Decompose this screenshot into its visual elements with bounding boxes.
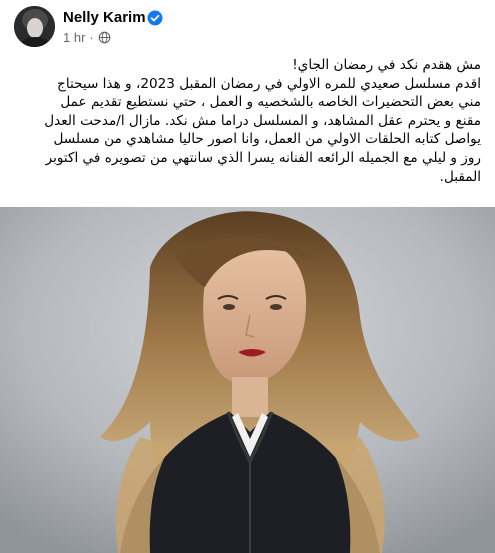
portrait-illustration	[0, 207, 495, 553]
post-header: Nelly Karim 1 hr ·	[0, 0, 495, 52]
post-text-line: يواصل كتابه الحلقات الاولي من العمل، وان…	[53, 131, 481, 148]
post-text-line: المقبل.	[439, 168, 481, 185]
avatar-photo	[14, 6, 55, 47]
post-text: مش هقدم نكد في رمضان الجاي! اقدم مسلسل ص…	[0, 56, 495, 196]
post-text-line: مش هقدم نكد في رمضان الجاي!	[292, 57, 481, 73]
post-photo[interactable]	[0, 207, 495, 553]
post-text-line: اقدم مسلسل صعيدي للمره الاولي في رمضان ا…	[57, 75, 481, 92]
post-meta: 1 hr ·	[63, 30, 111, 45]
author-avatar[interactable]	[14, 6, 55, 47]
author-name[interactable]: Nelly Karim	[63, 9, 146, 26]
post-text-line: روز و ليلي مع الجميله الرائعه الفنانه يس…	[45, 149, 481, 166]
post-timestamp[interactable]: 1 hr	[63, 30, 85, 45]
meta-separator: ·	[89, 30, 94, 45]
globe-icon[interactable]	[98, 31, 111, 44]
verified-badge-icon	[147, 10, 163, 26]
post-text-line: مقنع و يحترم عقل المشاهد، و المسلسل درام…	[44, 112, 481, 129]
post-text-line: مني بعض التحضيرات الخاصه بالشخصيه و العم…	[60, 94, 481, 111]
